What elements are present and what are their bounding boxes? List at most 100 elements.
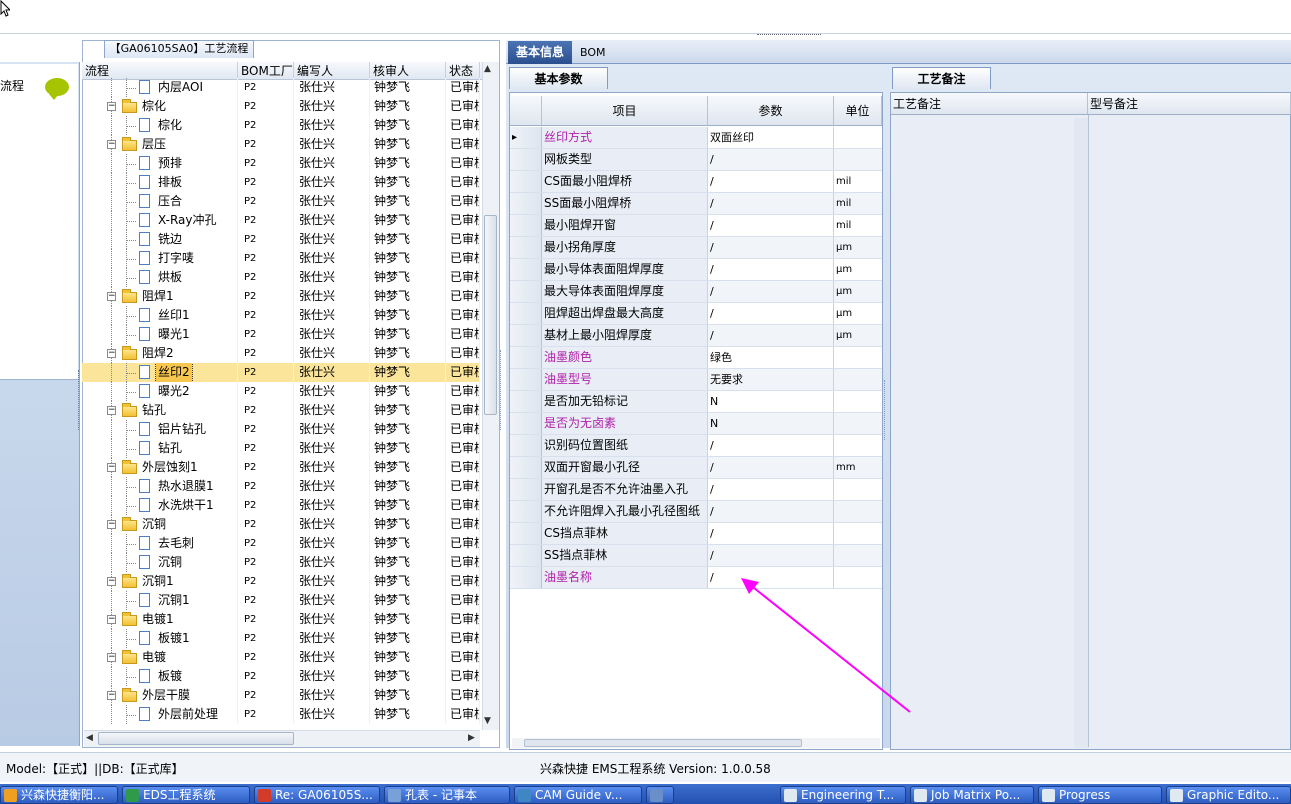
tree-row[interactable]: − 外层蚀刻1 P2张仕兴钟梦飞已审核 [82, 458, 480, 477]
tree-node[interactable]: 打字唛 [82, 249, 238, 268]
param-value-cell[interactable]: 绿色 [708, 347, 834, 368]
collapse-toggle-icon[interactable]: − [107, 349, 116, 358]
row-indicator[interactable] [510, 545, 542, 566]
tree-node[interactable]: 外层前处理 [82, 705, 238, 724]
param-value-cell[interactable]: / [708, 149, 834, 170]
params-hscroll-thumb[interactable] [524, 739, 802, 747]
tree-row[interactable]: 丝印2 P2张仕兴钟梦飞已审核 [82, 363, 480, 382]
tab-process-remarks[interactable]: 工艺备注 [892, 67, 991, 89]
tree-row[interactable]: − 外层干膜 P2张仕兴钟梦飞已审核 [82, 686, 480, 705]
taskbar-button[interactable]: 兴森快捷衡阳... [0, 786, 118, 804]
taskbar-button[interactable] [646, 786, 674, 804]
param-value-cell[interactable]: / [708, 193, 834, 214]
param-value-cell[interactable]: / [708, 545, 834, 566]
taskbar-button[interactable]: Re: GA06105S... [254, 786, 380, 804]
taskbar-button[interactable]: Job Matrix Po... [910, 786, 1034, 804]
tree-node[interactable]: 钻孔 [82, 439, 238, 458]
tree-node-label[interactable]: X-Ray冲孔 [156, 211, 218, 230]
tree-node-label[interactable]: 棕化 [140, 97, 168, 116]
tree-row[interactable]: 水洗烘干1 P2张仕兴钟梦飞已审核 [82, 496, 480, 515]
tree-node-label[interactable]: 外层蚀刻1 [140, 458, 200, 477]
param-value-cell[interactable]: / [708, 171, 834, 192]
tree-node-label[interactable]: 打字唛 [156, 249, 196, 268]
tree-node-label[interactable]: 电镀 [140, 648, 168, 667]
col-header-unit[interactable]: 单位 [834, 96, 882, 125]
col-header-process-remark[interactable]: 工艺备注 [891, 93, 1088, 114]
scroll-down-icon[interactable]: ▼ [484, 716, 491, 726]
param-row[interactable]: 双面开窗最小孔径 / mm [510, 457, 882, 479]
param-value-cell[interactable]: / [708, 215, 834, 236]
collapse-toggle-icon[interactable]: − [107, 292, 116, 301]
tree-node[interactable]: − 外层干膜 [82, 686, 238, 705]
tree-node[interactable]: 排板 [82, 173, 238, 192]
param-row[interactable]: 最大导体表面阻焊厚度 / μm [510, 281, 882, 303]
param-row[interactable]: 不允许阻焊入孔最小孔径图纸 / [510, 501, 882, 523]
tree-node-label[interactable]: 外层前处理 [156, 705, 220, 724]
col-header-model-remark[interactable]: 型号备注 [1088, 93, 1291, 114]
tree-row[interactable]: − 层压 P2张仕兴钟梦飞已审核 [82, 135, 480, 154]
tree-node[interactable]: 丝印2 [82, 363, 238, 382]
tree-node-label[interactable]: 电镀1 [140, 610, 176, 629]
param-value-cell[interactable]: / [708, 281, 834, 302]
nav-splitter[interactable] [78, 370, 81, 430]
row-indicator[interactable] [510, 237, 542, 258]
tree-node[interactable]: 沉铜1 [82, 591, 238, 610]
col-header-status[interactable]: 状态 [446, 62, 480, 79]
tree-row[interactable]: − 棕化 P2张仕兴钟梦飞已审核 [82, 97, 480, 116]
tree-row[interactable]: − 阻焊2 P2张仕兴钟梦飞已审核 [82, 344, 480, 363]
tree-node[interactable]: − 电镀1 [82, 610, 238, 629]
row-indicator[interactable] [510, 193, 542, 214]
tree-row[interactable]: 烘板 P2张仕兴钟梦飞已审核 [82, 268, 480, 287]
col-header-reviewer[interactable]: 核审人 [370, 62, 446, 79]
row-indicator[interactable] [510, 501, 542, 522]
param-value-cell[interactable]: 无要求 [708, 369, 834, 390]
taskbar-button[interactable]: CAM Guide v... [514, 786, 642, 804]
tree-row[interactable]: − 电镀 P2张仕兴钟梦飞已审核 [82, 648, 480, 667]
remarks-scrollbar[interactable] [1074, 118, 1088, 748]
tree-row[interactable]: 压合 P2张仕兴钟梦飞已审核 [82, 192, 480, 211]
row-indicator[interactable] [510, 435, 542, 456]
tree-row[interactable]: 内层AOI P2张仕兴钟梦飞已审核 [82, 78, 480, 97]
tree-row[interactable]: 外层前处理 P2张仕兴钟梦飞已审核 [82, 705, 480, 724]
col-header-bom[interactable]: BOM工厂 [238, 62, 294, 79]
tree-hscroll-thumb[interactable] [98, 732, 294, 745]
tree-node-label[interactable]: 水洗烘干1 [156, 496, 216, 515]
collapse-toggle-icon[interactable]: − [107, 102, 116, 111]
tree-node-label[interactable]: 曝光2 [156, 382, 192, 401]
tree-row[interactable]: 钻孔 P2张仕兴钟梦飞已审核 [82, 439, 480, 458]
tree-node[interactable]: 曝光1 [82, 325, 238, 344]
tree-row[interactable]: − 沉铜1 P2张仕兴钟梦飞已审核 [82, 572, 480, 591]
row-indicator[interactable] [510, 369, 542, 390]
tree-node[interactable]: − 阻焊2 [82, 344, 238, 363]
row-indicator[interactable] [510, 303, 542, 324]
param-row[interactable]: ▸ 丝印方式 双面丝印 [510, 127, 882, 149]
param-row[interactable]: 油墨颜色 绿色 [510, 347, 882, 369]
tree-node[interactable]: − 外层蚀刻1 [82, 458, 238, 477]
tree-node[interactable]: 去毛刺 [82, 534, 238, 553]
tree-row[interactable]: 铝片钻孔 P2张仕兴钟梦飞已审核 [82, 420, 480, 439]
param-row[interactable]: 网板类型 / [510, 149, 882, 171]
tree-node-label[interactable]: 沉铜 [140, 515, 168, 534]
param-value-cell[interactable]: / [708, 523, 834, 544]
collapse-toggle-icon[interactable]: − [107, 406, 116, 415]
tree-row[interactable]: − 阻焊1 P2张仕兴钟梦飞已审核 [82, 287, 480, 306]
tree-node-label[interactable]: 层压 [140, 135, 168, 154]
tree-row[interactable]: 预排 P2张仕兴钟梦飞已审核 [82, 154, 480, 173]
tree-row[interactable]: 沉铜1 P2张仕兴钟梦飞已审核 [82, 591, 480, 610]
tree-row[interactable]: 棕化 P2张仕兴钟梦飞已审核 [82, 116, 480, 135]
tree-node-label[interactable]: 棕化 [156, 116, 184, 135]
tree-node[interactable]: 板镀 [82, 667, 238, 686]
tree-row[interactable]: 板镀1 P2张仕兴钟梦飞已审核 [82, 629, 480, 648]
param-value-cell[interactable]: / [708, 325, 834, 346]
taskbar-button[interactable]: Engineering T... [780, 786, 906, 804]
taskbar-button[interactable]: EDS工程系统 [122, 786, 250, 804]
tree-row[interactable]: 热水退膜1 P2张仕兴钟梦飞已审核 [82, 477, 480, 496]
taskbar-button[interactable]: 孔表 - 记事本 [384, 786, 510, 804]
param-value-cell[interactable]: N [708, 391, 834, 412]
col-header-author[interactable]: 编写人 [294, 62, 370, 79]
tree-node[interactable]: X-Ray冲孔 [82, 211, 238, 230]
param-row[interactable]: CS面最小阻焊桥 / mil [510, 171, 882, 193]
collapse-toggle-icon[interactable]: − [107, 520, 116, 529]
tree-node[interactable]: 水洗烘干1 [82, 496, 238, 515]
tree-node[interactable]: 丝印1 [82, 306, 238, 325]
